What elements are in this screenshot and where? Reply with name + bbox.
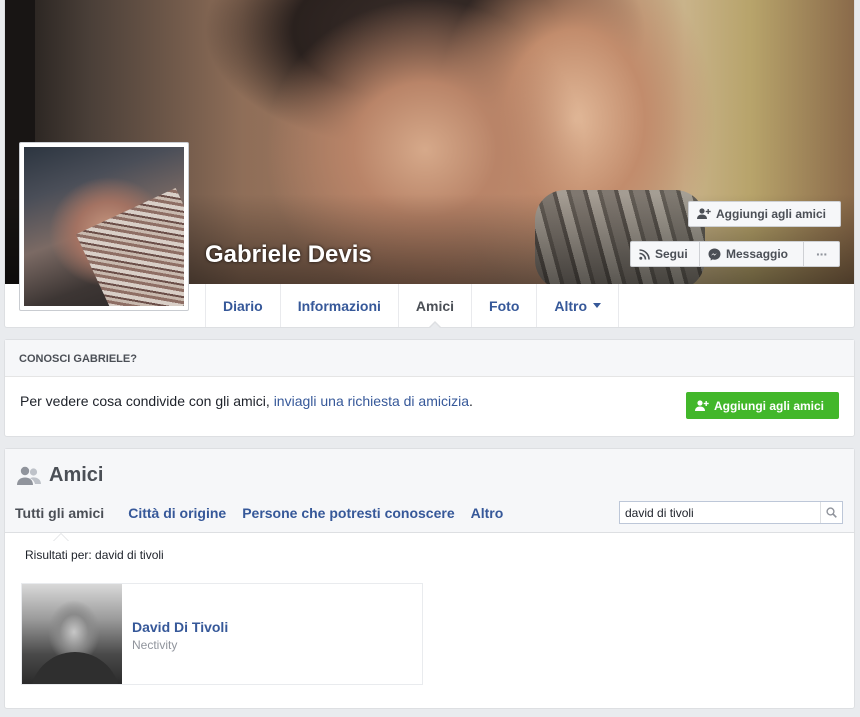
message-button[interactable]: Messaggio xyxy=(699,241,804,267)
friends-card: Amici Tutti gli amici Città di origine P… xyxy=(4,448,855,709)
tab-diario[interactable]: Diario xyxy=(206,284,281,327)
profile-name[interactable]: Gabriele Devis xyxy=(205,241,372,269)
caret-down-icon xyxy=(593,303,602,312)
tab-persone-che-potresti-conoscere[interactable]: Persone che potresti conoscere xyxy=(234,505,462,521)
add-friend-icon xyxy=(695,399,709,411)
messenger-icon xyxy=(708,248,721,260)
know-heading: CONOSCI GABRIELE? xyxy=(5,340,854,377)
friends-search xyxy=(619,501,843,524)
friend-photo[interactable] xyxy=(22,584,122,684)
more-options-button[interactable]: ··· xyxy=(803,241,840,267)
profile-picture[interactable] xyxy=(19,142,189,311)
tab-altro[interactable]: Altro xyxy=(537,284,620,327)
search-icon xyxy=(826,507,837,518)
more-icon: ··· xyxy=(816,246,828,262)
add-friend-button[interactable]: Aggiungi agli amici xyxy=(688,201,841,227)
search-button[interactable] xyxy=(820,502,842,523)
profile-nav: Diario Informazioni Amici Foto Altro xyxy=(205,284,620,329)
tab-tutti-gli-amici[interactable]: Tutti gli amici xyxy=(15,505,120,541)
add-friend-label: Aggiungi agli amici xyxy=(716,207,827,221)
rss-icon xyxy=(639,248,650,260)
friends-icon xyxy=(17,466,41,485)
send-friend-request-link[interactable]: inviagli una richiesta di amicizia xyxy=(274,393,469,409)
know-message: Per vedere cosa condivide con gli amici,… xyxy=(20,393,473,409)
tab-foto[interactable]: Foto xyxy=(472,284,538,327)
friend-subtitle: Nectivity xyxy=(132,638,178,652)
friend-name-link[interactable]: David Di Tivoli xyxy=(132,619,228,635)
friends-title: Amici xyxy=(49,464,104,486)
friends-search-input[interactable] xyxy=(620,502,820,523)
tab-informazioni[interactable]: Informazioni xyxy=(281,284,399,327)
search-results-label: Risultati per: david di tivoli xyxy=(25,548,164,562)
friend-list-item: David Di Tivoli Nectivity xyxy=(21,583,423,685)
add-friend-green-button[interactable]: Aggiungi agli amici xyxy=(686,392,839,419)
tab-amici[interactable]: Amici xyxy=(399,284,473,329)
message-label: Messaggio xyxy=(726,247,789,261)
tab-altro-friends[interactable]: Altro xyxy=(463,505,512,521)
know-person-card: CONOSCI GABRIELE? Per vedere cosa condiv… xyxy=(4,339,855,437)
follow-button[interactable]: Segui xyxy=(630,241,700,267)
follow-label: Segui xyxy=(655,247,688,261)
add-friend-icon xyxy=(697,208,711,219)
friends-tabs: Tutti gli amici Città di origine Persone… xyxy=(15,505,512,541)
friends-heading: Amici xyxy=(17,464,103,487)
tab-citta-di-origine[interactable]: Città di origine xyxy=(120,505,234,521)
